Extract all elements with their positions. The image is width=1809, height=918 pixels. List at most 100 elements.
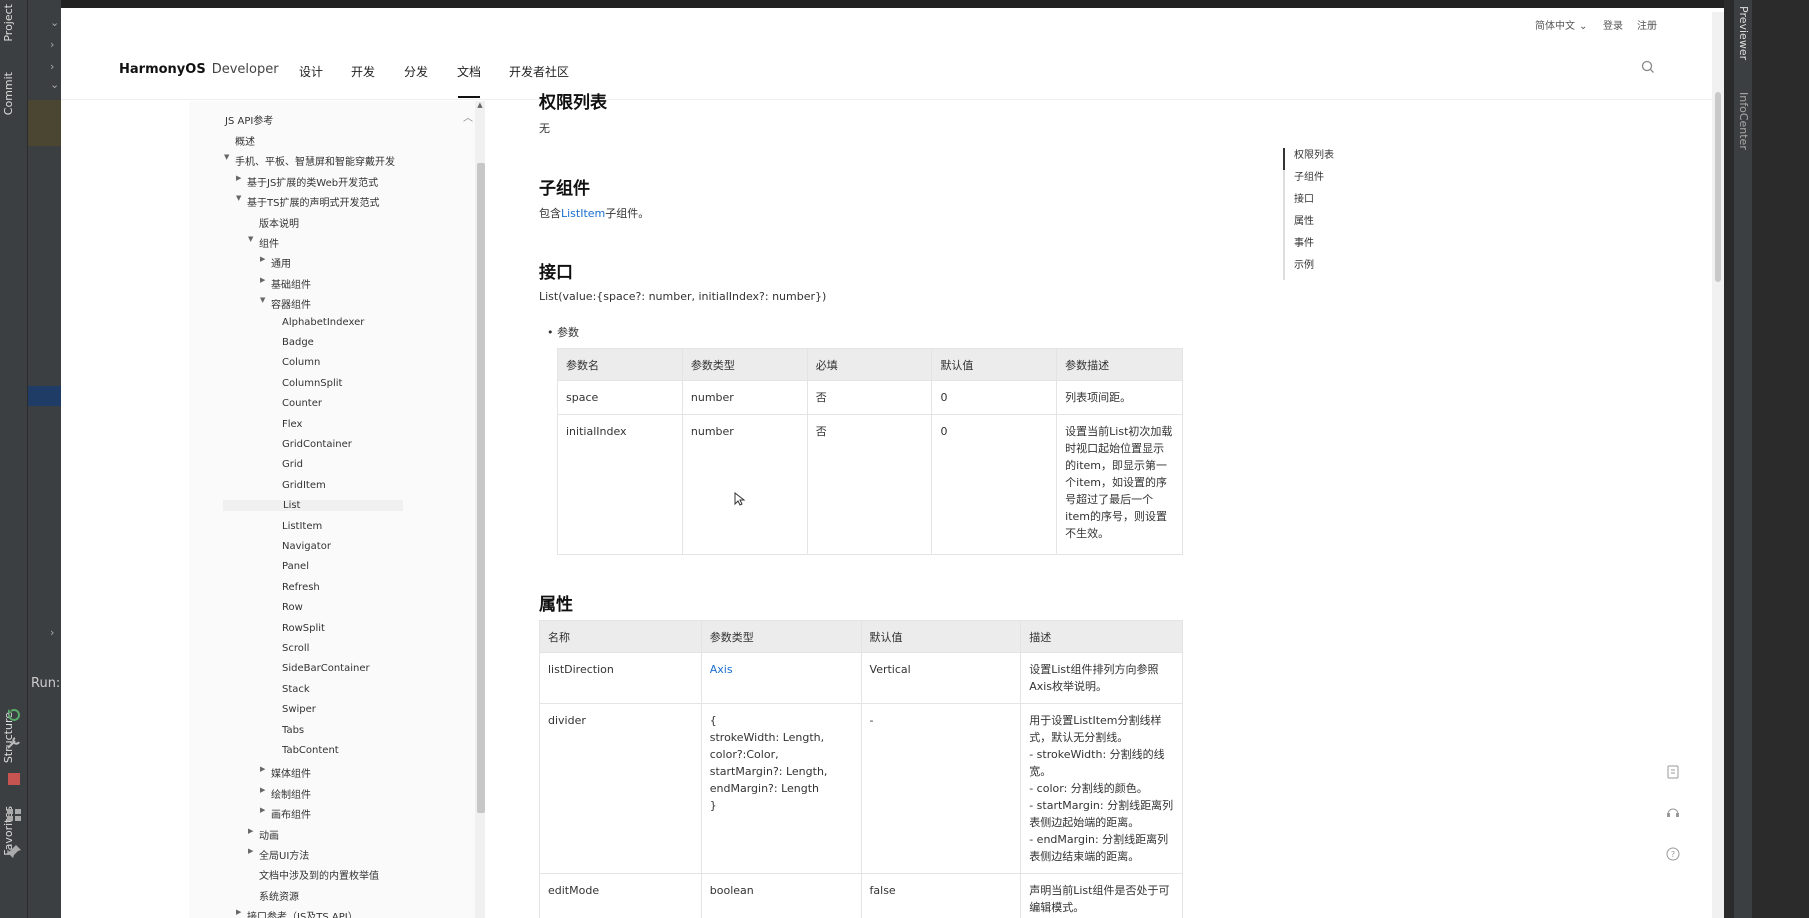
site-navbar: HarmonyOS Developer 设计 开发 分发 文档 开发者社区 xyxy=(61,36,1724,100)
caret-right-icon[interactable]: ▶ xyxy=(260,806,265,814)
caret-right-icon[interactable]: ▶ xyxy=(236,174,241,182)
scroll-up-arrow-icon[interactable]: ▲ xyxy=(475,101,485,111)
nav-develop[interactable]: 开发 xyxy=(351,63,375,80)
sidebar-item[interactable]: SideBarContainer xyxy=(282,663,370,674)
section-title-attributes: 属性 xyxy=(539,595,573,615)
language-selector[interactable]: 简体中文 ⌄ xyxy=(1535,17,1587,32)
chevron-down-icon[interactable]: ⌄ xyxy=(50,16,59,29)
chevron-up-icon[interactable]: ︿ xyxy=(463,109,473,124)
sidebar-section-title[interactable]: JS API参考 xyxy=(225,112,273,127)
params-bullet: • 参数 xyxy=(547,326,579,339)
caret-right-icon[interactable]: ▶ xyxy=(248,847,253,855)
sidebar-item[interactable]: ▼ 容器组件 xyxy=(260,296,311,312)
sidebar-item[interactable]: ▶ 绘制组件 xyxy=(260,786,311,801)
toc-item[interactable]: 子组件 xyxy=(1285,170,1334,192)
sidebar-item[interactable]: Column xyxy=(282,357,320,368)
table-header-cell: 参数名 xyxy=(557,348,683,381)
sidebar-item[interactable]: ▶ 基础组件 xyxy=(260,276,311,291)
nav-design[interactable]: 设计 xyxy=(299,63,323,80)
sidebar-item[interactable]: ▶ 媒体组件 xyxy=(260,765,311,780)
sidebar-item[interactable]: TabContent xyxy=(282,745,339,756)
commit-tool-tab[interactable]: Commit xyxy=(2,72,15,115)
sidebar-item[interactable]: 版本说明 xyxy=(259,215,299,230)
sidebar-item[interactable]: 概述 xyxy=(235,133,255,148)
toc-item[interactable]: 事件 xyxy=(1285,236,1334,258)
register-link[interactable]: 注册 xyxy=(1637,17,1657,32)
stop-icon[interactable] xyxy=(6,772,22,786)
nav-community[interactable]: 开发者社区 xyxy=(509,63,569,80)
caret-down-icon[interactable]: ▼ xyxy=(248,235,253,243)
caret-down-icon[interactable]: ▼ xyxy=(224,153,229,161)
axis-link[interactable]: Axis xyxy=(700,652,862,704)
caret-right-icon[interactable]: ▶ xyxy=(260,765,265,773)
sidebar-item[interactable]: List xyxy=(223,500,403,512)
sidebar-item[interactable]: ▼ 手机、平板、智慧屏和智能穿戴开发 xyxy=(224,153,395,168)
caret-down-icon[interactable]: ▼ xyxy=(236,194,241,202)
chevron-right-icon[interactable]: › xyxy=(50,38,54,51)
help-icon[interactable]: ? xyxy=(1665,846,1681,862)
sidebar-item[interactable]: Badge xyxy=(282,337,314,348)
pin-icon[interactable] xyxy=(6,844,22,858)
toc-item[interactable]: 示例 xyxy=(1285,258,1334,280)
nav-docs[interactable]: 文档 xyxy=(457,63,481,80)
previewer-tool-tab[interactable]: Previewer xyxy=(1737,6,1750,60)
sidebar-item[interactable]: Tabs xyxy=(282,725,304,736)
sidebar-item[interactable]: ▶ 画布组件 xyxy=(260,806,311,821)
sidebar-item[interactable]: ▶ 全局UI方法 xyxy=(248,847,309,862)
sidebar-item[interactable]: ▶ 动画 xyxy=(248,827,279,842)
sidebar-item[interactable]: ListItem xyxy=(282,521,322,532)
search-icon[interactable] xyxy=(1641,60,1655,74)
chevron-down-icon[interactable]: ⌄ xyxy=(50,78,59,91)
sidebar-item[interactable]: Stack xyxy=(282,684,310,695)
sidebar-item[interactable]: ▼ 组件 xyxy=(248,235,279,250)
feedback-icon[interactable] xyxy=(1665,764,1681,780)
sidebar-item[interactable]: RowSplit xyxy=(282,623,325,634)
sidebar-item[interactable]: Grid xyxy=(282,459,303,470)
rerun-icon[interactable] xyxy=(6,708,22,722)
chevron-right-icon[interactable]: › xyxy=(50,626,54,639)
site-logo[interactable]: HarmonyOS Developer xyxy=(119,62,279,77)
sidebar-item[interactable]: ▼ 基于TS扩展的声明式开发范式 xyxy=(236,194,379,209)
caret-right-icon[interactable]: ▶ xyxy=(236,908,241,916)
sidebar-item[interactable]: Navigator xyxy=(282,541,331,552)
sidebar-item[interactable]: Panel xyxy=(282,561,309,572)
sidebar-item-label: 容器组件 xyxy=(271,300,311,312)
caret-right-icon[interactable]: ▶ xyxy=(260,786,265,794)
caret-right-icon[interactable]: ▶ xyxy=(260,276,265,284)
sidebar-item[interactable]: Counter xyxy=(282,398,322,409)
svg-text:?: ? xyxy=(1671,850,1675,859)
browser-scrollbar[interactable] xyxy=(1712,12,1724,918)
listitem-link[interactable]: ListItem xyxy=(561,207,605,220)
nav-distribute[interactable]: 分发 xyxy=(404,63,428,80)
children-suffix: 子组件。 xyxy=(605,207,650,220)
toc-item[interactable]: 接口 xyxy=(1285,192,1334,214)
sidebar-item[interactable]: Scroll xyxy=(282,643,309,654)
sidebar-item[interactable]: GridItem xyxy=(282,480,326,491)
sidebar-item[interactable]: ColumnSplit xyxy=(282,378,342,389)
caret-right-icon[interactable]: ▶ xyxy=(248,827,253,835)
project-tool-tab[interactable]: Project xyxy=(2,4,15,42)
sidebar-item[interactable]: Refresh xyxy=(282,582,320,593)
login-link[interactable]: 登录 xyxy=(1603,17,1623,32)
sidebar-item[interactable]: Swiper xyxy=(282,704,316,715)
infocenter-tool-tab[interactable]: InfoCenter xyxy=(1737,92,1750,150)
sidebar-item[interactable]: 文档中涉及到的内置枚举值 xyxy=(259,867,379,882)
browser-scrollbar-thumb[interactable] xyxy=(1715,92,1721,282)
sidebar-item[interactable]: GridContainer xyxy=(282,439,352,450)
layout-icon[interactable] xyxy=(6,808,22,822)
sidebar-item[interactable]: Row xyxy=(282,602,303,613)
sidebar-item[interactable]: ▶ 基于JS扩展的类Web开发范式 xyxy=(236,174,378,189)
sidebar-item[interactable]: 系统资源 xyxy=(259,888,299,903)
sidebar-item[interactable]: AlphabetIndexer xyxy=(282,317,364,328)
caret-down-icon[interactable]: ▼ xyxy=(260,296,265,304)
toc-item[interactable]: 属性 xyxy=(1285,214,1334,236)
sidebar-item[interactable]: ▶ 通用 xyxy=(260,255,291,270)
customer-service-icon[interactable] xyxy=(1665,805,1681,821)
wrench-icon[interactable] xyxy=(6,736,22,750)
caret-right-icon[interactable]: ▶ xyxy=(260,255,265,263)
sidebar-item[interactable]: Flex xyxy=(282,419,302,430)
sidebar-item[interactable]: ▶ 接口参考（JS及TS API） xyxy=(236,908,358,918)
chevron-right-icon[interactable]: › xyxy=(50,60,54,73)
sidebar-scrollbar-thumb[interactable] xyxy=(477,163,485,813)
toc-item[interactable]: 权限列表 xyxy=(1283,148,1334,170)
